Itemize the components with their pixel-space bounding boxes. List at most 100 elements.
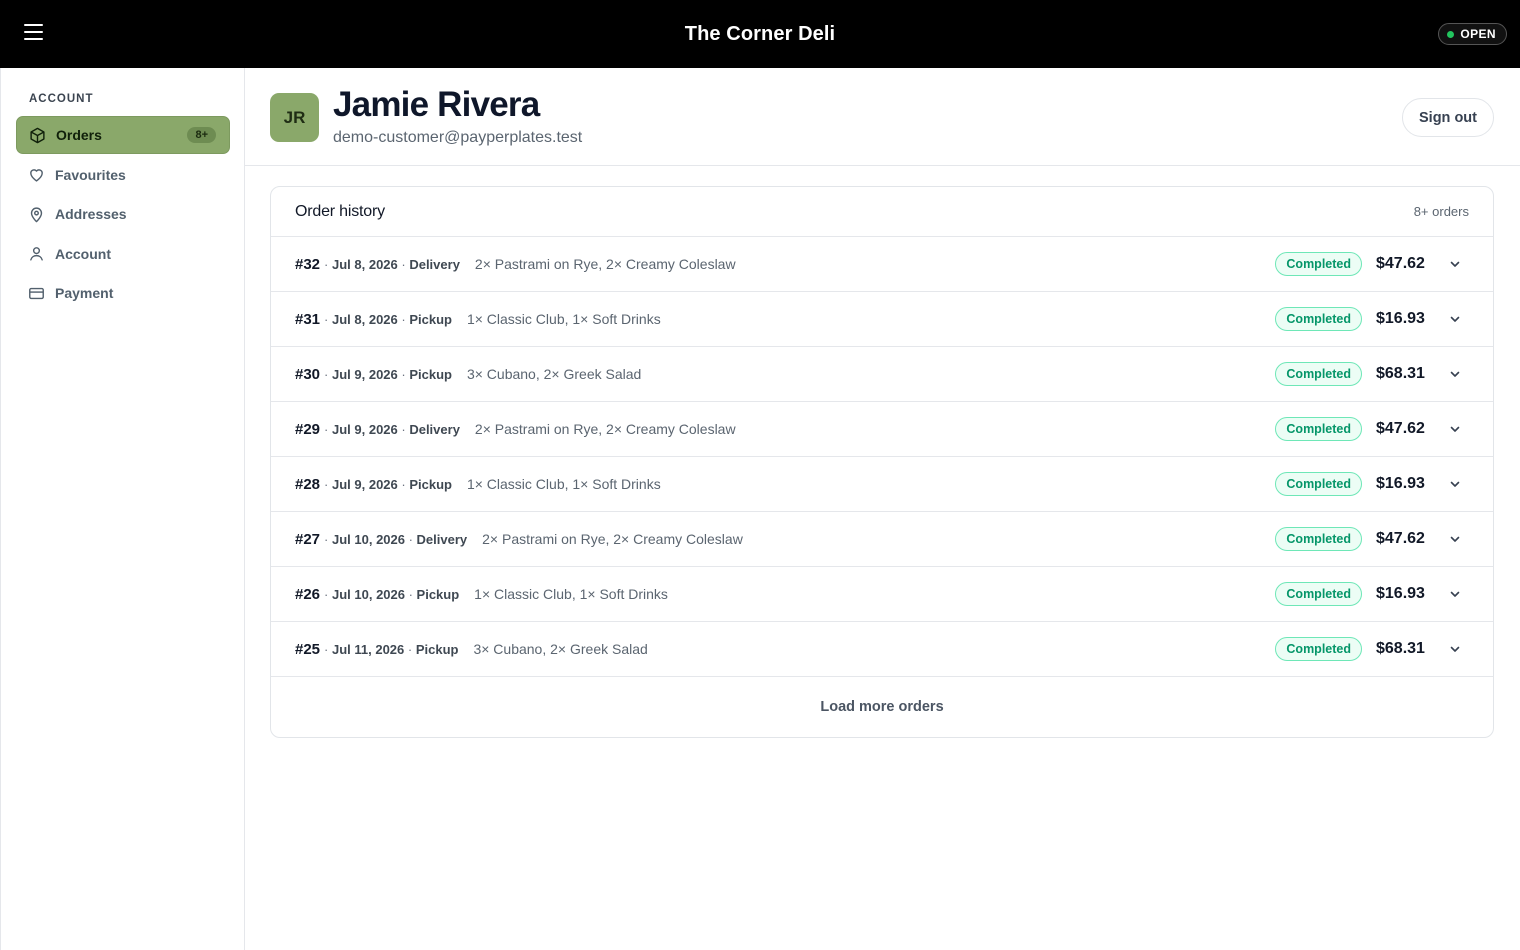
order-total: $68.31 (1376, 365, 1425, 382)
sidebar-item-label: Favourites (55, 166, 126, 183)
order-items: 1× Classic Club, 1× Soft Drinks (474, 586, 668, 602)
chevron-down-icon[interactable] (1441, 637, 1469, 661)
order-count: 8+ orders (1413, 204, 1469, 219)
chevron-down-icon[interactable] (1441, 252, 1469, 276)
sidebar-item-payment[interactable]: Payment (16, 274, 230, 312)
order-meta: · Jul 9, 2026 · Pickup (324, 476, 452, 492)
order-meta: · Jul 8, 2026 · Delivery (324, 256, 460, 272)
order-history-title: Order history (295, 202, 385, 220)
order-row[interactable]: #26 · Jul 10, 2026 · Pickup 1× Classic Cl… (271, 567, 1493, 622)
order-number: #29 (295, 420, 321, 438)
status-dot-icon (1447, 30, 1455, 38)
order-type: Delivery (416, 531, 468, 547)
order-row[interactable]: #32 · Jul 8, 2026 · Delivery 2× Pastrami … (271, 237, 1493, 292)
status-badge: Completed (1275, 362, 1362, 386)
chevron-down-icon[interactable] (1441, 472, 1469, 496)
order-total: $47.62 (1376, 420, 1425, 437)
status-badge: Completed (1275, 582, 1362, 606)
chevron-down-icon[interactable] (1441, 582, 1469, 606)
order-items: 1× Classic Club, 1× Soft Drinks (466, 476, 661, 492)
order-date: Jul 11, 2026 (331, 641, 405, 657)
order-items: 2× Pastrami on Rye, 2× Creamy Coleslaw (474, 256, 736, 272)
status-badge: Completed (1275, 252, 1362, 276)
order-type: Delivery (409, 421, 460, 437)
order-meta: · Jul 11, 2026 · Pickup (324, 641, 459, 657)
order-items: 1× Classic Club, 1× Soft Drinks (466, 311, 661, 327)
order-row[interactable]: #27 · Jul 10, 2026 · Delivery 2× Pastrami… (271, 512, 1493, 567)
order-total: $47.62 (1376, 530, 1425, 547)
order-row[interactable]: #28 · Jul 9, 2026 · Pickup 1× Classic Clu… (271, 457, 1493, 512)
order-items: 3× Cubano, 2× Greek Salad (466, 366, 642, 382)
order-date: Jul 9, 2026 (331, 476, 398, 492)
order-number: #27 (295, 530, 321, 548)
order-total: $68.31 (1376, 640, 1425, 657)
chevron-down-icon[interactable] (1441, 527, 1469, 551)
order-items: 2× Pastrami on Rye, 2× Creamy Coleslaw (474, 421, 736, 437)
sidebar-item-label: Orders (56, 127, 102, 143)
order-date: Jul 8, 2026 (331, 256, 398, 272)
sidebar-item-account[interactable]: Account (16, 235, 230, 273)
sidebar-item-label: Addresses (55, 206, 127, 222)
sidebar-item-label: Payment (55, 285, 114, 301)
order-total: $16.93 (1376, 585, 1425, 602)
sidebar-item-orders[interactable]: Orders 8+ (16, 116, 230, 154)
orders-count-badge: 8+ (187, 127, 216, 143)
order-number: #26 (295, 585, 321, 603)
order-type: Pickup (415, 641, 459, 657)
chevron-down-icon[interactable] (1441, 307, 1469, 331)
customer-name: Jamie Rivera (333, 85, 540, 124)
order-total: $47.62 (1376, 255, 1425, 272)
restaurant-title: The Corner Deli (684, 22, 836, 45)
profile-header: JR Jamie Rivera demo-customer@payperplat… (245, 68, 1520, 166)
order-meta: · Jul 9, 2026 · Pickup (324, 366, 452, 382)
sidebar-item-addresses[interactable]: Addresses (16, 195, 230, 233)
user-icon (30, 247, 43, 261)
order-history-card: Order history 8+ orders #32 · Jul 8, 202… (270, 186, 1494, 738)
chevron-down-icon[interactable] (1441, 362, 1469, 386)
status-badge: Completed (1275, 417, 1362, 441)
order-row[interactable]: #25 · Jul 11, 2026 · Pickup 3× Cubano, 2×… (271, 622, 1493, 677)
order-items: 3× Cubano, 2× Greek Salad (473, 641, 648, 657)
order-meta: · Jul 10, 2026 · Pickup (324, 586, 460, 602)
status-badge: Completed (1275, 527, 1362, 551)
order-row[interactable]: #31 · Jul 8, 2026 · Pickup 1× Classic Clu… (271, 292, 1493, 347)
order-date: Jul 9, 2026 (331, 366, 398, 382)
order-meta: · Jul 8, 2026 · Pickup (324, 311, 452, 327)
order-total: $16.93 (1376, 310, 1425, 327)
order-meta: · Jul 9, 2026 · Delivery (324, 421, 460, 437)
order-list: #32 · Jul 8, 2026 · Delivery 2× Pastrami … (271, 237, 1493, 677)
credit-card-icon (29, 287, 44, 299)
order-type: Pickup (409, 311, 452, 327)
order-number: #28 (295, 475, 321, 493)
open-status-label: OPEN (1460, 27, 1496, 41)
customer-email: demo-customer@payperplates.test (333, 129, 583, 146)
sidebar-nav: Orders 8+ Favourites Addresses Account P… (16, 116, 230, 314)
box-icon (30, 127, 45, 143)
sidebar-item-label: Account (55, 245, 111, 262)
order-items: 2× Pastrami on Rye, 2× Creamy Coleslaw (482, 531, 743, 547)
order-date: Jul 8, 2026 (331, 311, 398, 327)
open-status-badge: OPEN (1438, 23, 1507, 45)
avatar: JR (270, 93, 319, 142)
status-badge: Completed (1275, 472, 1362, 496)
main-content: JR Jamie Rivera demo-customer@payperplat… (245, 68, 1520, 950)
sidebar-item-favourites[interactable]: Favourites (16, 156, 230, 194)
order-history-header: Order history 8+ orders (271, 187, 1493, 237)
order-date: Jul 10, 2026 (331, 586, 405, 602)
order-number: #30 (295, 365, 321, 383)
order-row[interactable]: #29 · Jul 9, 2026 · Delivery 2× Pastrami … (271, 402, 1493, 457)
order-row[interactable]: #30 · Jul 9, 2026 · Pickup 3× Cubano, 2× … (271, 347, 1493, 402)
load-more-button[interactable]: Load more orders (271, 677, 1493, 737)
chevron-down-icon[interactable] (1441, 417, 1469, 441)
status-badge: Completed (1275, 307, 1362, 331)
order-type: Pickup (409, 476, 452, 492)
order-total: $16.93 (1376, 475, 1425, 492)
order-number: #31 (295, 310, 321, 328)
sign-out-button[interactable]: Sign out (1402, 98, 1494, 137)
order-type: Delivery (409, 256, 460, 272)
sidebar: ACCOUNT Orders 8+ Favourites Addresses A… (0, 68, 245, 950)
order-type: Pickup (409, 366, 452, 382)
menu-icon[interactable] (24, 24, 44, 42)
order-date: Jul 10, 2026 (331, 531, 405, 547)
status-badge: Completed (1275, 637, 1362, 661)
